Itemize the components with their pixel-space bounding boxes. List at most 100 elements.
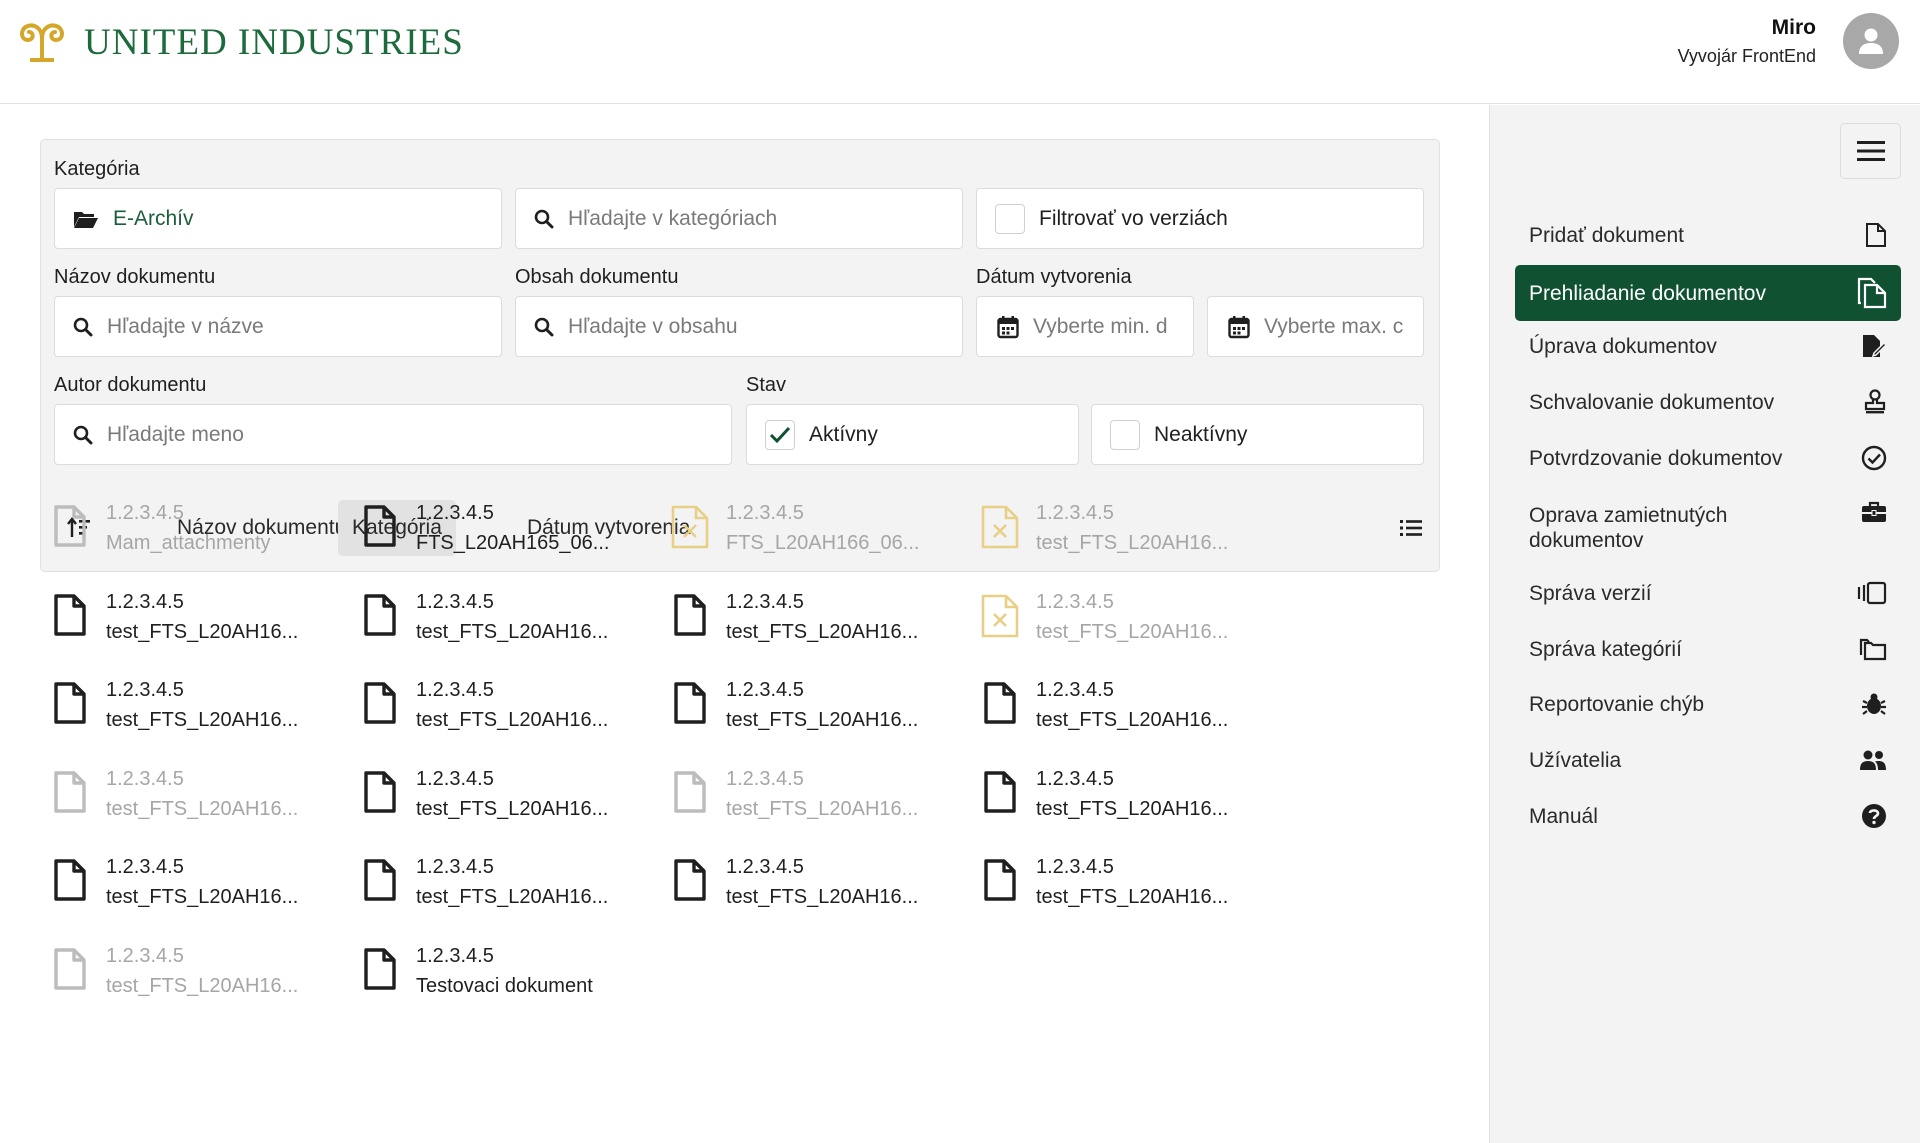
app-header: UNITED INDUSTRIES Miro Vyvojár FrontEnd (0, 0, 1920, 104)
file-error-icon (978, 504, 1022, 560)
help-icon (1861, 803, 1887, 829)
sidebar-item[interactable]: Schvalovanie dokumentov (1515, 376, 1901, 428)
document-item[interactable]: 1.2.3.4.5 test_FTS_L20AH16... (978, 498, 1278, 568)
document-name: Testovaci dokument (416, 974, 593, 997)
file-icon (978, 681, 1022, 737)
avatar[interactable] (1843, 13, 1899, 69)
menu-toggle-button[interactable] (1840, 123, 1901, 179)
document-text: 1.2.3.4.5 FTS_L20AH166_06... (726, 498, 956, 558)
list-view-button[interactable] (1391, 500, 1431, 556)
document-text: 1.2.3.4.5 test_FTS_L20AH16... (726, 852, 956, 912)
document-version: 1.2.3.4.5 (106, 944, 184, 967)
document-item[interactable]: 1.2.3.4.5 test_FTS_L20AH16... (668, 675, 968, 745)
sidebar-item-label: Užívatelia (1529, 748, 1622, 772)
file-icon (358, 770, 402, 826)
file-icon (48, 858, 92, 914)
document-version: 1.2.3.4.5 (416, 502, 494, 524)
document-item[interactable]: 1.2.3.4.5 test_FTS_L20AH16... (48, 941, 348, 1011)
check-icon (769, 426, 791, 443)
file-icon (48, 593, 92, 649)
bug-icon (1861, 691, 1887, 717)
document-item[interactable]: 1.2.3.4.5 test_FTS_L20AH16... (358, 587, 658, 657)
document-item[interactable]: 1.2.3.4.5 test_FTS_L20AH16... (48, 587, 348, 657)
file-icon (48, 681, 92, 737)
document-version: 1.2.3.4.5 (416, 944, 494, 967)
document-item[interactable]: 1.2.3.4.5 test_FTS_L20AH16... (668, 764, 968, 834)
sidebar-item[interactable]: Správa verzií (1515, 567, 1901, 619)
file-icon (358, 858, 402, 914)
document-item[interactable]: 1.2.3.4.5 test_FTS_L20AH16... (978, 587, 1278, 657)
document-item[interactable]: 1.2.3.4.5 test_FTS_L20AH16... (48, 852, 348, 922)
document-item[interactable]: 1.2.3.4.5 test_FTS_L20AH16... (668, 852, 968, 922)
document-name: test_FTS_L20AH16... (1036, 532, 1229, 554)
document-item[interactable]: 1.2.3.4.5 test_FTS_L20AH16... (978, 852, 1278, 922)
content-search-placeholder: Hľadajte v obsahu (568, 314, 738, 338)
document-item[interactable]: 1.2.3.4.5 FTS_L20AH165_06... (358, 498, 658, 568)
document-item[interactable]: 1.2.3.4.5 FTS_L20AH166_06... (668, 498, 968, 568)
document-item[interactable]: 1.2.3.4.5 test_FTS_L20AH16... (358, 764, 658, 834)
sidebar-item[interactable]: Oprava zamietnutých dokumentov (1515, 488, 1901, 568)
checkbox-checked[interactable] (765, 419, 795, 450)
document-item[interactable]: 1.2.3.4.5 test_FTS_L20AH16... (48, 675, 348, 745)
document-item[interactable]: 1.2.3.4.5 test_FTS_L20AH16... (358, 675, 658, 745)
file-error-icon (668, 504, 712, 560)
document-text: 1.2.3.4.5 test_FTS_L20AH16... (1036, 675, 1266, 735)
sidebar-item[interactable]: Prehliadanie dokumentov (1515, 265, 1901, 321)
category-search-input[interactable]: Hľadajte v kategóriach (515, 188, 963, 249)
document-item[interactable]: 1.2.3.4.5 test_FTS_L20AH16... (668, 587, 968, 657)
sidebar-item[interactable]: Správa kategórií (1515, 623, 1901, 675)
document-item[interactable]: 1.2.3.4.5 test_FTS_L20AH16... (978, 764, 1278, 834)
sidebar-item[interactable]: Manuál (1515, 790, 1901, 842)
hamburger-icon (1856, 141, 1885, 161)
date-min-input[interactable]: Vyberte min. d (976, 296, 1194, 357)
author-search-placeholder: Hľadajte meno (107, 422, 244, 446)
file-icon (48, 947, 92, 1003)
document-name: FTS_L20AH165_06... (416, 532, 610, 554)
document-text: 1.2.3.4.5 test_FTS_L20AH16... (416, 852, 646, 912)
sidebar: Pridať dokument Prehliadanie dokumentov Úp… (1489, 105, 1920, 1143)
status-inactive-checkbox[interactable]: Neaktívny (1091, 404, 1424, 465)
date-max-input[interactable]: Vyberte max. c (1207, 296, 1424, 357)
document-name: test_FTS_L20AH16... (1036, 797, 1229, 820)
document-item[interactable]: 1.2.3.4.5 test_FTS_L20AH16... (358, 852, 658, 922)
document-item[interactable]: 1.2.3.4.5 test_FTS_L20AH16... (978, 675, 1278, 745)
folder-open-icon (73, 209, 99, 229)
filter-versions-checkbox[interactable]: Filtrovať vo verziách (976, 188, 1424, 249)
document-name: test_FTS_L20AH16... (1036, 709, 1229, 731)
sidebar-item[interactable]: Potvrdzovanie dokumentov (1515, 432, 1901, 484)
sidebar-item-label: Oprava zamietnutých dokumentov (1529, 504, 1728, 552)
logo[interactable]: UNITED INDUSTRIES (14, 20, 464, 64)
content-search-input[interactable]: Hľadajte v obsahu (515, 296, 963, 357)
sidebar-item[interactable]: Reportovanie chýb (1515, 678, 1901, 730)
sidebar-item[interactable]: Pridať dokument (1515, 209, 1901, 261)
document-item[interactable]: 1.2.3.4.5 test_FTS_L20AH16... (48, 764, 348, 834)
document-version: 1.2.3.4.5 (1036, 767, 1114, 790)
versions-icon (1857, 581, 1887, 605)
document-name: test_FTS_L20AH16... (726, 886, 919, 908)
sidebar-item[interactable]: Užívatelia (1515, 734, 1901, 786)
document-item[interactable]: 1.2.3.4.5 Mam_attachmenty (48, 498, 348, 568)
date-max-placeholder: Vyberte max. c (1264, 314, 1404, 338)
category-select[interactable]: E-Archív (54, 188, 502, 249)
document-name: test_FTS_L20AH16... (416, 709, 609, 731)
folders-icon (1859, 637, 1887, 661)
file-icon (358, 504, 402, 560)
sidebar-item[interactable]: Úprava dokumentov (1515, 320, 1901, 372)
checkbox-unchecked[interactable] (995, 203, 1025, 234)
status-active-checkbox[interactable]: Aktívny (746, 404, 1079, 465)
checkbox-unchecked[interactable] (1110, 419, 1140, 450)
document-name: test_FTS_L20AH16... (1036, 620, 1229, 643)
document-item[interactable]: 1.2.3.4.5 Testovaci dokument (358, 941, 658, 1011)
document-version: 1.2.3.4.5 (726, 679, 804, 701)
sidebar-item-label: Potvrdzovanie dokumentov (1529, 446, 1783, 470)
document-version: 1.2.3.4.5 (726, 502, 804, 524)
document-version: 1.2.3.4.5 (106, 767, 184, 790)
document-text: 1.2.3.4.5 test_FTS_L20AH16... (106, 764, 336, 824)
search-icon (534, 209, 554, 229)
document-version: 1.2.3.4.5 (106, 856, 184, 878)
author-search-input[interactable]: Hľadajte meno (54, 404, 732, 465)
file-icon (978, 858, 1022, 914)
name-search-input[interactable]: Hľadajte v názve (54, 296, 502, 357)
document-version: 1.2.3.4.5 (726, 590, 804, 613)
user-icon (1859, 28, 1883, 54)
